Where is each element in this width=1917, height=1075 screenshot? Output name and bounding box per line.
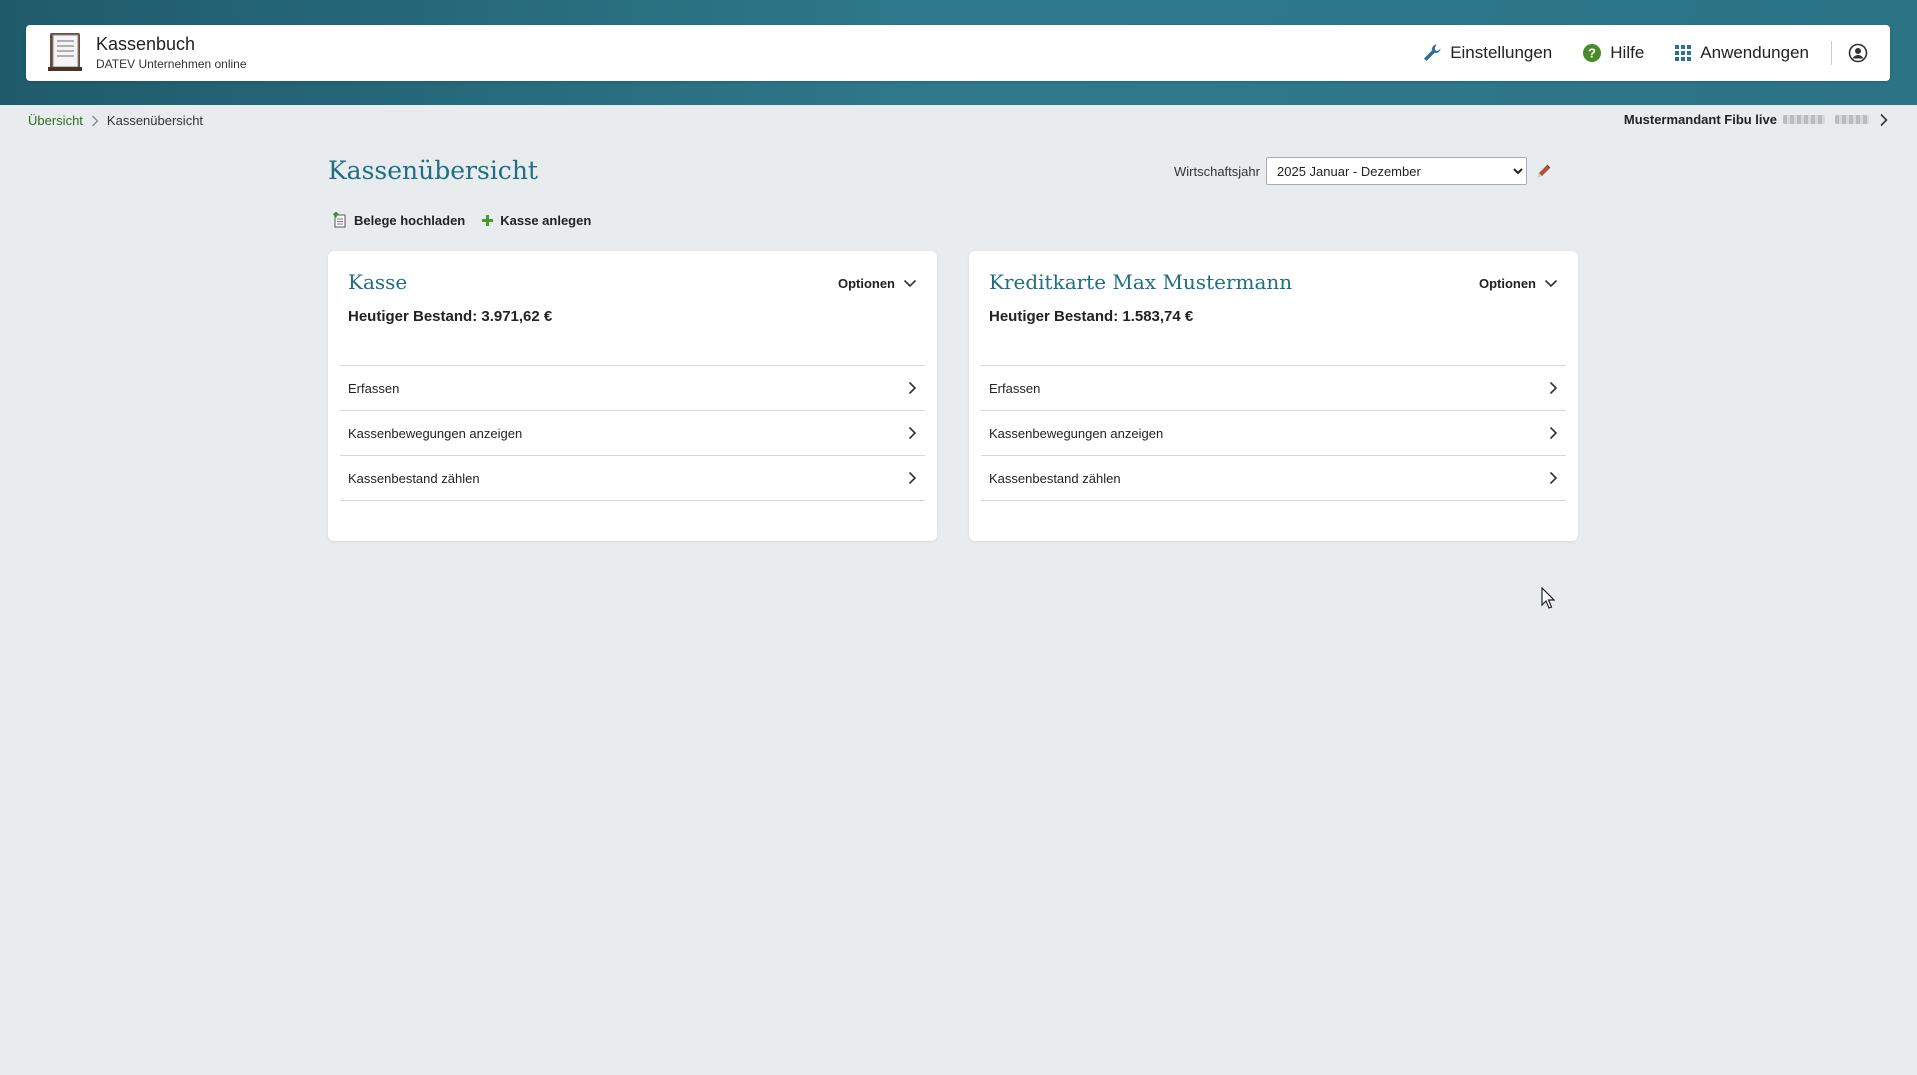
wrench-icon xyxy=(1424,44,1441,61)
row-label: Kassenbestand zählen xyxy=(989,470,1121,486)
creditcard-row-erfassen[interactable]: Erfassen xyxy=(981,366,1566,411)
breadcrumb-chevron-icon xyxy=(91,115,99,127)
help-label: Hilfe xyxy=(1610,43,1645,62)
creditcard-row-movements[interactable]: Kassenbewegungen anzeigen xyxy=(981,411,1566,456)
chevron-right-icon xyxy=(1549,426,1558,440)
create-cashbox-button[interactable]: Kasse anlegen xyxy=(481,212,591,228)
mandant-name: Mustermandant Fibu live xyxy=(1623,112,1777,127)
chevron-right-icon xyxy=(908,426,917,440)
cashbook-logo-icon xyxy=(48,33,82,71)
cashbox-card: Kasse Optionen Heutiger Bestand: 3.971,6… xyxy=(328,251,937,541)
apps-label: Anwendungen xyxy=(1700,43,1809,62)
creditcard-row-count[interactable]: Kassenbestand zählen xyxy=(981,456,1566,501)
creditcard-action-list: Erfassen Kassenbewegungen anzeigen Kasse… xyxy=(981,365,1566,501)
app-header: Kassenbuch DATEV Unternehmen online Eins… xyxy=(26,25,1890,81)
cashbox-row-movements[interactable]: Kassenbewegungen anzeigen xyxy=(340,411,925,456)
mandant-number-redacted xyxy=(1783,115,1825,124)
creditcard-balance: Heutiger Bestand: 1.583,74 € xyxy=(989,308,1194,325)
page-title: Kassenübersicht xyxy=(328,156,538,185)
plus-icon xyxy=(482,214,494,226)
page-actions: Belege hochladen Kasse anlegen xyxy=(332,212,607,228)
options-label: Optionen xyxy=(837,276,895,291)
row-label: Erfassen xyxy=(989,380,1041,396)
mandant-id-redacted xyxy=(1835,115,1869,124)
settings-label: Einstellungen xyxy=(1450,43,1553,62)
row-label: Kassenbewegungen anzeigen xyxy=(989,425,1164,441)
chevron-right-icon xyxy=(908,471,917,485)
nav-divider xyxy=(1831,41,1832,65)
cashbox-balance: Heutiger Bestand: 3.971,62 € xyxy=(348,308,553,325)
upload-receipts-label: Belege hochladen xyxy=(354,212,466,228)
breadcrumb: Übersicht Kassenübersicht xyxy=(28,113,203,128)
row-label: Erfassen xyxy=(348,380,400,396)
fiscal-year-label: Wirtschaftsjahr xyxy=(1174,164,1260,179)
cashbox-options-button[interactable]: Optionen xyxy=(838,276,917,291)
user-menu-button[interactable] xyxy=(1848,43,1868,63)
chevron-right-icon xyxy=(1549,471,1558,485)
svg-text:?: ? xyxy=(1588,46,1596,61)
apps-grid-icon xyxy=(1675,45,1692,61)
cashbox-row-count[interactable]: Kassenbestand zählen xyxy=(340,456,925,501)
chevron-right-icon xyxy=(908,381,917,395)
header-nav: Einstellungen ? Hilfe Anwendungen xyxy=(1392,25,1868,81)
fiscal-year-select[interactable]: 2025 Januar - Dezember xyxy=(1266,157,1527,185)
breadcrumb-current: Kassenübersicht xyxy=(106,113,204,128)
create-cashbox-label: Kasse anlegen xyxy=(500,212,592,228)
row-label: Kassenbewegungen anzeigen xyxy=(348,425,523,441)
mouse-cursor-icon xyxy=(1541,587,1555,609)
user-icon xyxy=(1848,43,1868,63)
settings-button[interactable]: Einstellungen xyxy=(1422,43,1552,63)
upload-document-icon xyxy=(332,212,346,228)
row-label: Kassenbestand zählen xyxy=(348,470,480,486)
breadcrumb-home-link[interactable]: Übersicht xyxy=(28,113,83,128)
upload-receipts-button[interactable]: Belege hochladen xyxy=(332,212,465,228)
cashbox-action-list: Erfassen Kassenbewegungen anzeigen Kasse… xyxy=(340,365,925,501)
creditcard-options-button[interactable]: Optionen xyxy=(1479,276,1558,291)
options-label: Optionen xyxy=(1478,276,1536,291)
apps-button[interactable]: Anwendungen xyxy=(1674,43,1809,63)
app-title: Kassenbuch xyxy=(96,34,196,54)
help-button[interactable]: ? Hilfe xyxy=(1582,43,1644,63)
cashbox-row-erfassen[interactable]: Erfassen xyxy=(340,366,925,411)
pencil-icon[interactable] xyxy=(1536,163,1552,179)
creditcard-title: Kreditkarte Max Mustermann xyxy=(989,270,1293,294)
chevron-right-icon xyxy=(1880,113,1888,126)
chevron-down-icon xyxy=(903,279,917,288)
cashbox-title: Kasse xyxy=(348,270,408,294)
chevron-down-icon xyxy=(1544,279,1558,288)
mandant-selector[interactable]: Mustermandant Fibu live xyxy=(1624,112,1889,127)
help-icon: ? xyxy=(1583,44,1602,62)
app-subtitle: DATEV Unternehmen online xyxy=(96,57,247,71)
chevron-right-icon xyxy=(1549,381,1558,395)
creditcard-card: Kreditkarte Max Mustermann Optionen Heut… xyxy=(969,251,1578,541)
